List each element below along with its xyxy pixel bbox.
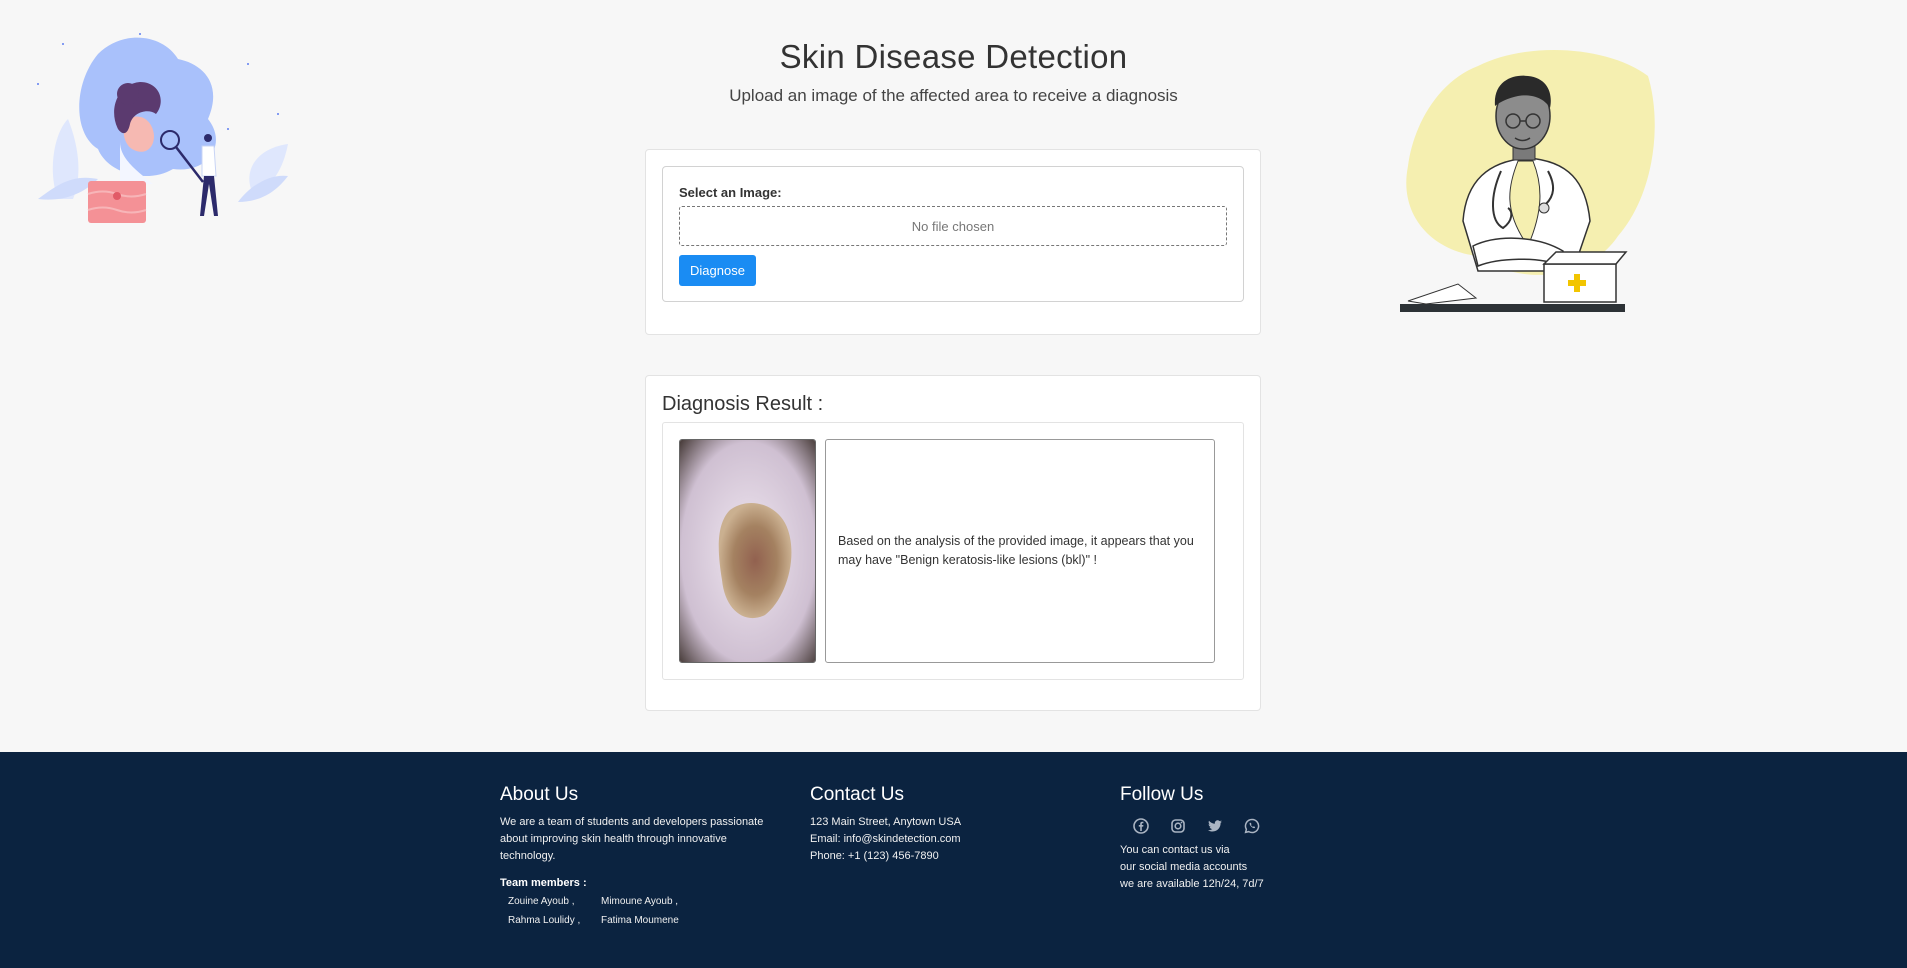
team-members: Zouine Ayoub , Mimoune Ayoub , Rahma Lou… — [500, 893, 780, 929]
diagnosis-text: Based on the analysis of the provided im… — [838, 534, 1194, 567]
about-text: We are a team of students and developers… — [500, 816, 764, 862]
file-status: No file chosen — [911, 218, 995, 234]
twitter-icon[interactable] — [1203, 814, 1227, 838]
follow-section: Follow Us You can contact us via our soc… — [1120, 784, 1370, 893]
footer: About Us We are a team of students and d… — [0, 752, 1907, 968]
contact-address: 123 Main Street, Anytown USA — [810, 816, 962, 828]
upload-form: Select an Image: No file chosen Diagnose — [662, 166, 1244, 302]
about-section: About Us We are a team of students and d… — [500, 784, 780, 929]
upload-card: Select an Image: No file chosen Diagnose — [645, 149, 1261, 335]
team-member: Mimoune Ayoub , — [601, 896, 679, 907]
about-heading: About Us — [500, 784, 579, 805]
contact-email: Email: info@skindetection.com — [810, 833, 961, 845]
result-card: Diagnosis Result : Based on the analysis… — [645, 375, 1261, 711]
whatsapp-icon[interactable] — [1240, 814, 1264, 838]
team-member: Zouine Ayoub , — [508, 896, 575, 907]
skin-lesion-image — [679, 439, 816, 663]
select-image-label: Select an Image: — [679, 185, 782, 200]
result-title: Diagnosis Result : — [662, 393, 824, 415]
follow-line-2: our social media accounts — [1120, 861, 1248, 873]
doctor-illustration — [1400, 49, 1655, 312]
team-member: Fatima Moumene — [601, 915, 679, 926]
contact-heading: Contact Us — [810, 784, 904, 805]
team-member: Rahma Loulidy , — [508, 915, 581, 926]
result-text-box: Based on the analysis of the provided im… — [825, 439, 1215, 663]
team-label: Team members : — [500, 877, 587, 889]
result-panel: Based on the analysis of the provided im… — [662, 422, 1244, 680]
contact-phone: Phone: +1 (123) 456-7890 — [810, 850, 939, 862]
follow-heading: Follow Us — [1120, 784, 1204, 805]
social-icons — [1129, 814, 1370, 838]
main-content: Skin Disease Detection Upload an image o… — [0, 0, 1907, 752]
file-input[interactable]: No file chosen — [679, 206, 1227, 246]
facebook-icon[interactable] — [1129, 814, 1153, 838]
diagnose-button[interactable]: Diagnose — [679, 255, 756, 286]
follow-line-1: You can contact us via — [1120, 844, 1230, 856]
follow-line-3: we are available 12h/24, 7d/7 — [1120, 878, 1264, 890]
contact-section: Contact Us 123 Main Street, Anytown USA … — [810, 784, 1060, 865]
instagram-icon[interactable] — [1166, 814, 1190, 838]
